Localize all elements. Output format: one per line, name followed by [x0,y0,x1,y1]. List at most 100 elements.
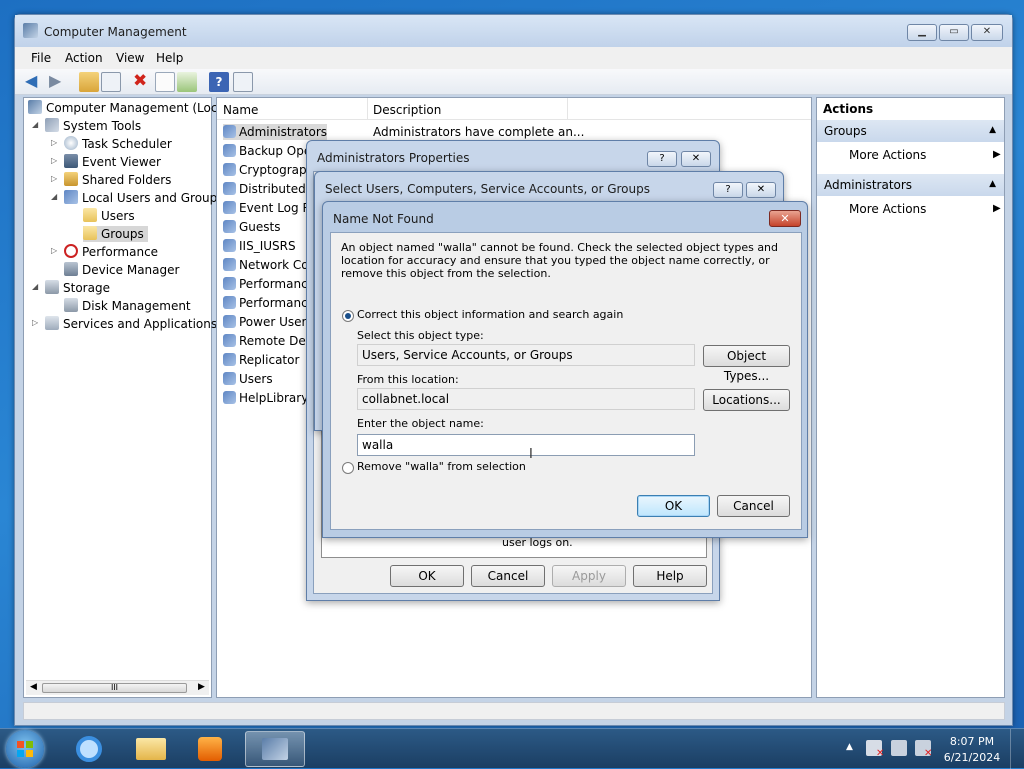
close-title-button[interactable]: ✕ [746,182,776,198]
show-action-pane-icon[interactable] [233,72,253,92]
table-row[interactable]: HelpLibraryU [223,390,317,406]
table-row[interactable]: Remote Desk [223,333,319,349]
help-title-button[interactable]: ? [713,182,743,198]
collapse-arrow-icon[interactable]: ▷ [51,174,57,183]
cancel-button[interactable]: Cancel [717,495,790,517]
more-actions-administrators[interactable]: More Actions [849,202,926,216]
show-desktop-button[interactable] [1010,729,1024,769]
remove-radio[interactable] [342,462,354,474]
ok-button[interactable]: OK [390,565,464,587]
table-row[interactable]: Power Users [223,314,313,330]
menu-action[interactable]: Action [65,51,103,65]
start-button[interactable] [6,730,44,768]
collapse-up-icon[interactable]: ▲ [989,179,996,189]
scroll-right-icon[interactable]: ▶ [198,682,205,692]
network-icon[interactable] [891,740,907,756]
table-row[interactable]: Backup Oper [223,143,316,159]
title-bar[interactable]: Computer Management ▁ ▭ ✕ [15,15,1012,47]
remove-radio-label[interactable]: Remove "walla" from selection [357,460,526,473]
back-arrow-icon[interactable]: ◀ [25,72,45,92]
show-hidden-icons-icon[interactable]: ▲ [846,742,853,752]
collapse-up-icon[interactable]: ▲ [989,125,996,135]
menu-file[interactable]: File [31,51,51,65]
correct-radio[interactable] [342,310,354,322]
tree-users[interactable]: Users [83,208,135,224]
scroll-thumb[interactable]: III [42,683,187,693]
tree-system-tools[interactable]: System Tools [45,118,141,134]
ok-button[interactable]: OK [637,495,710,517]
tree-disk-management[interactable]: Disk Management [64,298,191,314]
tree-horizontal-scrollbar[interactable]: ◀ III ▶ [26,680,209,695]
expand-arrow-icon[interactable]: ◢ [32,282,38,291]
help-button[interactable]: Help [633,565,707,587]
column-name[interactable]: Name [223,103,258,117]
object-types-button[interactable]: Object Types... [703,345,790,383]
show-hide-tree-icon[interactable] [101,72,121,92]
apply-button[interactable]: Apply [552,565,626,587]
internet-explorer-icon [76,736,102,762]
locations-button[interactable]: Locations... [703,389,790,411]
close-title-button[interactable]: ✕ [681,151,711,167]
actions-section-groups[interactable]: Groups ▲ [817,120,1004,142]
tree-services-apps[interactable]: Services and Applications [45,316,217,332]
taskbar-internet-explorer[interactable] [62,731,116,767]
actions-section-administrators[interactable]: Administrators ▲ [817,174,1004,196]
collapse-arrow-icon[interactable]: ▷ [32,318,38,327]
more-actions-groups[interactable]: More Actions [849,148,926,162]
help-title-button[interactable]: ? [647,151,677,167]
tree-root[interactable]: Computer Management (Local [28,100,228,116]
expand-arrow-icon[interactable]: ◢ [51,192,57,201]
object-name-input[interactable]: walla [357,434,695,456]
table-row[interactable]: Performance [223,295,315,311]
tree-event-viewer[interactable]: Event Viewer [64,154,161,170]
table-row[interactable]: Administrators Administrators have comple… [223,124,584,140]
menu-help[interactable]: Help [156,51,183,65]
up-folder-icon[interactable] [79,72,99,92]
collapse-arrow-icon[interactable]: ▷ [51,246,57,255]
tree-performance[interactable]: Performance [64,244,158,260]
table-row[interactable]: Performance [223,276,315,292]
table-row[interactable]: Users [223,371,273,387]
tree-shared-folders[interactable]: Shared Folders [64,172,171,188]
export-list-icon[interactable] [177,72,197,92]
forward-arrow-icon[interactable]: ▶ [49,72,69,92]
expand-arrow-icon[interactable]: ◢ [32,120,38,129]
group-icon [223,144,236,157]
maximize-button[interactable]: ▭ [939,24,969,41]
minimize-button[interactable]: ▁ [907,24,937,41]
group-icon [223,391,236,404]
column-description[interactable]: Description [373,103,441,117]
table-row[interactable]: Event Log Re [223,200,318,216]
collapse-arrow-icon[interactable]: ▷ [51,156,57,165]
tree-storage[interactable]: Storage [45,280,110,296]
group-icon [223,182,236,195]
close-button[interactable]: ✕ [769,210,801,227]
close-button[interactable]: ✕ [971,24,1003,41]
taskbar-media-player[interactable] [184,731,238,767]
table-row[interactable]: IIS_IUSRS [223,238,296,254]
taskbar-computer-management[interactable] [245,731,305,767]
table-row[interactable]: Guests [223,219,281,235]
menu-view[interactable]: View [116,51,144,65]
table-row[interactable]: Distributed C [223,181,318,197]
computer-icon [28,100,42,114]
tree-task-scheduler[interactable]: Task Scheduler [64,136,172,152]
scroll-left-icon[interactable]: ◀ [30,682,37,692]
tree-local-users-groups[interactable]: Local Users and Groups [64,190,224,206]
table-row[interactable]: Replicator [223,352,299,368]
properties-icon[interactable] [155,72,175,92]
table-row[interactable]: Cryptograph [223,162,314,178]
tree-groups[interactable]: Groups [83,226,148,242]
tree-device-manager[interactable]: Device Manager [64,262,179,278]
table-row[interactable]: Network Cor [223,257,314,273]
help-icon[interactable]: ? [209,72,229,92]
collapse-arrow-icon[interactable]: ▷ [51,138,57,147]
correct-radio-label[interactable]: Correct this object information and sear… [357,308,623,321]
row-name: Performance [239,277,316,291]
cancel-button[interactable]: Cancel [471,565,545,587]
clock[interactable]: 8:07 PM 6/21/2024 [940,734,1004,766]
object-name-label: Enter the object name: [357,417,484,430]
taskbar-explorer[interactable] [124,731,178,767]
status-bar [23,702,1005,720]
delete-icon[interactable]: ✖ [133,72,153,92]
